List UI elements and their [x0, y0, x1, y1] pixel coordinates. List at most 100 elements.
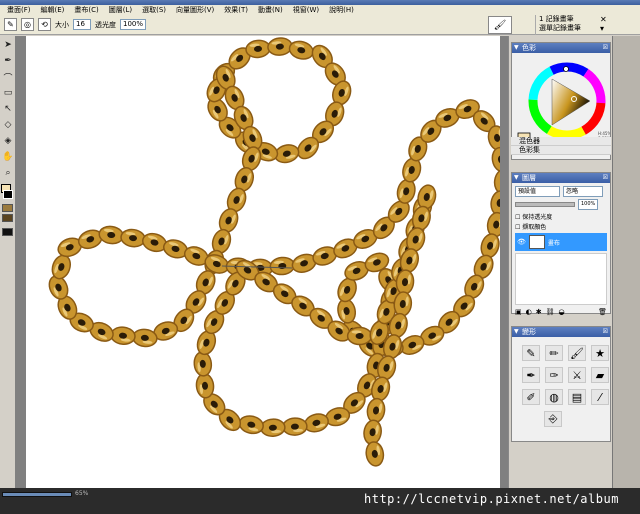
layer-adjust-icon[interactable]: ◒ — [559, 308, 565, 316]
collapse-icon[interactable]: ▼ — [514, 327, 519, 337]
chevron-down-icon[interactable]: ▾ — [600, 24, 607, 33]
layer-row[interactable]: 👁 畫布 — [515, 233, 607, 251]
menu-movie[interactable]: 動畫(N) — [253, 5, 288, 15]
smear-icon[interactable]: ⁄ — [591, 389, 609, 405]
chain-link — [346, 326, 373, 346]
rectangle-select-icon[interactable]: ▭ — [1, 86, 15, 100]
eraser-tool-icon[interactable]: ◇ — [1, 118, 15, 132]
preserve-transparency-checkbox[interactable]: ☐ 保持透光度 — [512, 211, 610, 222]
stamp-icon[interactable]: ⎆ — [544, 411, 562, 427]
menu-window[interactable]: 視窗(W) — [288, 5, 324, 15]
opacity-field[interactable]: 100% — [120, 19, 147, 30]
composite-method-select[interactable]: 預設值 — [515, 186, 560, 197]
chain-link — [193, 351, 213, 377]
menu-canvas[interactable]: 畫布(C) — [69, 5, 103, 15]
menu-help[interactable]: 說明(H) — [324, 5, 359, 15]
opacity-slider[interactable] — [515, 202, 575, 207]
color-pen-icon[interactable]: ✒ — [522, 367, 540, 383]
toolbox: ➤ ✒ ⌒ ▭ ↖ ◇ ◈ ✋ ⌕ — [0, 36, 16, 488]
zoom-icon[interactable]: ⌕ — [1, 166, 15, 180]
color-panel-header[interactable]: ▼ 色彩 ☒ — [512, 43, 610, 53]
opacity-label: 透光度 — [95, 20, 116, 29]
layer-list-empty — [515, 253, 607, 305]
chain-link — [110, 326, 136, 345]
chain-link — [491, 146, 500, 173]
menu-effects[interactable]: 效果(T) — [219, 5, 253, 15]
size-label: 大小 — [55, 20, 69, 29]
hand-icon[interactable]: ✋ — [1, 150, 15, 164]
close-icon[interactable]: ✕ — [600, 15, 607, 24]
opacity-readout[interactable]: 100% — [578, 199, 599, 210]
layer-mask-icon[interactable]: ◐ — [526, 308, 532, 316]
panel-close-icon[interactable]: ☒ — [603, 173, 608, 183]
dab-type-icon[interactable]: ◎ — [21, 18, 34, 31]
preserve-transparency-label: 保持透光度 — [522, 214, 553, 221]
saturation-triangle[interactable] — [551, 78, 591, 126]
eye-icon[interactable]: 👁 — [517, 238, 526, 246]
trash-icon[interactable]: 🗑 — [598, 308, 607, 316]
chain-link — [98, 225, 124, 245]
brush-selector-icon[interactable]: 🖌 — [488, 16, 512, 34]
pen-icon[interactable]: ✑ — [545, 367, 563, 383]
brush-tool-icon[interactable]: ✒ — [1, 54, 15, 68]
chain-link — [260, 418, 286, 437]
color-brush-icon[interactable]: ✐ — [522, 389, 540, 405]
pattern-swatch[interactable] — [2, 228, 13, 236]
menu-select[interactable]: 選取(S) — [137, 5, 171, 15]
palette-area: ▼ 色彩 ☒ H:45% 混色器 色彩集 ▼ 圖層 ☒ 預設值 忽略 100% … — [508, 36, 612, 488]
menu-edit[interactable]: 編輯(E) — [36, 5, 70, 15]
chain-link — [245, 39, 271, 59]
menu-file[interactable]: 畫面(F) — [2, 5, 36, 15]
swatches-label: 色彩集 — [519, 146, 540, 154]
swatches-panel-row[interactable]: 色彩集 — [511, 146, 611, 155]
tools-panel-title: 變形 — [522, 328, 536, 336]
layer-new-icon[interactable]: ▣ — [515, 308, 522, 316]
menu-layer[interactable]: 圖層(L) — [104, 5, 137, 15]
size-field[interactable]: 16 — [73, 19, 91, 30]
star-brush-icon[interactable]: ★ — [591, 345, 609, 361]
brush-tracking-panel: ▼ 變形 ☒ ✎ ✏ 🖌 ★ ✒ ✑ ⚔ ▰ ✐ ◍ ▤ ⁄ ⎆ — [511, 326, 611, 442]
composite-depth-select[interactable]: 忽略 — [563, 186, 603, 197]
blend-icon[interactable]: ◍ — [545, 389, 563, 405]
panel-close-icon[interactable]: ☒ — [603, 43, 608, 53]
pick-up-color-checkbox[interactable]: ☐ 擷取顏色 — [512, 222, 610, 231]
layers-panel-header[interactable]: ▼ 圖層 ☒ — [512, 173, 610, 183]
layers-panel: ▼ 圖層 ☒ 預設值 忽略 100% ☐ 保持透光度 ☐ 擷取顏色 👁 畫布 ▣… — [511, 172, 611, 316]
layer-dynamic-icon[interactable]: ✱ — [536, 308, 542, 316]
chain-link — [288, 40, 314, 60]
knife-icon[interactable]: ⚔ — [568, 367, 586, 383]
brush-icon[interactable]: 🖌 — [568, 345, 586, 361]
menu-bar: 畫面(F) 編輯(E) 畫布(C) 圖層(L) 選取(S) 向量圖形(V) 效果… — [0, 5, 640, 15]
canvas[interactable] — [26, 36, 500, 488]
reset-icon[interactable]: ⟲ — [38, 18, 51, 31]
paper-swatch[interactable] — [2, 204, 13, 212]
brush-preset-icon[interactable]: ✎ — [4, 18, 17, 31]
layer-thumbnail — [528, 235, 545, 249]
collapse-icon[interactable]: ▼ — [514, 173, 519, 183]
lasso-icon[interactable]: ⌒ — [1, 70, 15, 84]
mixer-panel-row[interactable]: 混色器 — [511, 137, 611, 146]
pencil-icon[interactable]: ✏ — [545, 345, 563, 361]
chain-link — [365, 441, 385, 467]
gradient-swatch[interactable] — [2, 214, 13, 222]
layer-link-icon[interactable]: ⛓ — [546, 308, 555, 316]
marker-icon[interactable]: ✎ — [522, 345, 540, 361]
eraser-icon[interactable]: ▰ — [591, 367, 609, 383]
window-controls: ✕ ▾ — [600, 15, 607, 33]
chain-drawing — [48, 37, 500, 467]
brush-grid: ✎ ✏ 🖌 ★ ✒ ✑ ⚔ ▰ ✐ ◍ ▤ ⁄ — [512, 337, 610, 405]
dropper-icon[interactable]: ◈ — [1, 134, 15, 148]
secondary-color-swatch[interactable] — [3, 190, 13, 199]
panel-close-icon[interactable]: ☒ — [603, 327, 608, 337]
collapse-icon[interactable]: ▼ — [514, 43, 519, 53]
tools-panel-header[interactable]: ▼ 變形 ☒ — [512, 327, 610, 337]
zoom-readout: 65% — [75, 490, 89, 497]
layers-panel-title: 圖層 — [522, 174, 536, 182]
pointer-icon[interactable]: ↖ — [1, 102, 15, 116]
layer-buttons: ▣ ◐ ✱ ⛓ ◒ 🗑 — [512, 305, 610, 319]
menu-shapes[interactable]: 向量圖形(V) — [171, 5, 219, 15]
chain-link — [195, 373, 215, 399]
fill-icon[interactable]: ▤ — [568, 389, 586, 405]
zoom-slider[interactable] — [2, 492, 72, 497]
arrow-icon[interactable]: ➤ — [1, 38, 15, 52]
